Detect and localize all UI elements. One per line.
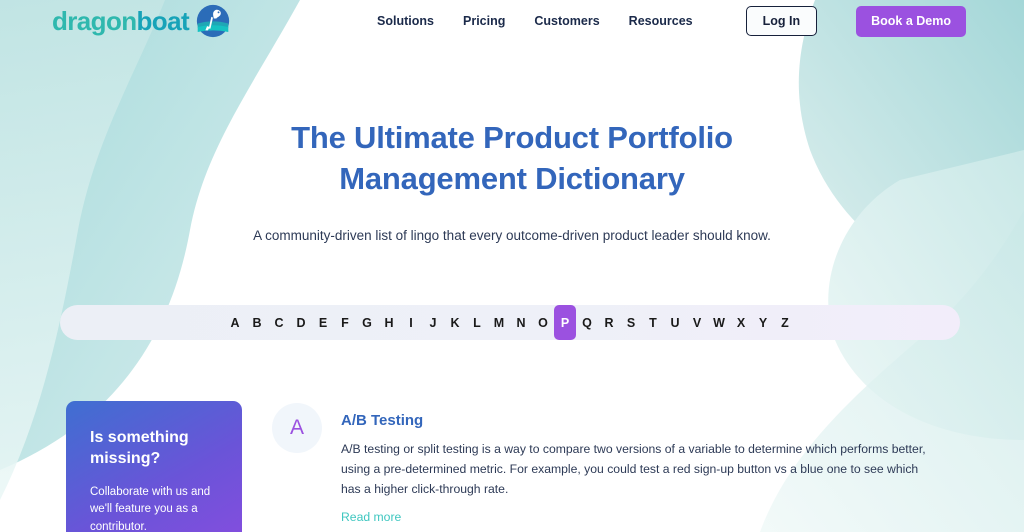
- page-subtitle: A community-driven list of lingo that ev…: [253, 227, 771, 243]
- book-demo-button[interactable]: Book a Demo: [856, 5, 966, 37]
- page-title-line2: Management Dictionary: [339, 160, 685, 196]
- alphabet-letter-n[interactable]: N: [510, 305, 532, 340]
- login-button[interactable]: Log In: [745, 6, 818, 36]
- main-navigation: Solutions Pricing Customers Resources Lo…: [377, 5, 966, 37]
- alphabet-letter-h[interactable]: H: [378, 305, 400, 340]
- alphabet-letter-x[interactable]: X: [730, 305, 752, 340]
- alphabet-letter-v[interactable]: V: [686, 305, 708, 340]
- dragonboat-circle-logo-icon: [196, 4, 230, 38]
- logo-wordmark: dragonboat: [52, 6, 190, 36]
- entry-letter-avatar: A: [272, 403, 322, 454]
- promo-title: Is something missing?: [90, 429, 189, 467]
- alphabet-letter-t[interactable]: T: [642, 305, 664, 340]
- alphabet-letter-f[interactable]: F: [334, 305, 356, 340]
- logo-word-part2: boat: [136, 6, 190, 36]
- alphabet-filter-bar: ABCDEFGHIJKLMNOPQRSTUVWXYZ: [60, 305, 960, 341]
- entry-description: A/B testing or split testing is a way to…: [341, 442, 926, 496]
- alphabet-letter-j[interactable]: J: [422, 305, 444, 340]
- entry-body: A/B Testing A/B testing or split testing…: [341, 403, 931, 532]
- alphabet-letter-m[interactable]: M: [488, 305, 510, 340]
- promo-text: Collaborate with us and we'll feature yo…: [90, 485, 211, 532]
- alphabet-letter-a[interactable]: A: [224, 305, 246, 340]
- logo-word-part1: dragon: [52, 6, 137, 36]
- alphabet-letter-g[interactable]: G: [356, 305, 378, 340]
- alphabet-letter-c[interactable]: C: [268, 305, 290, 340]
- nav-item-solutions[interactable]: Solutions: [377, 14, 434, 28]
- nav-item-customers[interactable]: Customers: [534, 14, 599, 28]
- page-title-line1: The Ultimate Product Portfolio: [291, 120, 733, 155]
- alphabet-letter-d[interactable]: D: [290, 305, 312, 340]
- alphabet-letter-s[interactable]: S: [620, 305, 642, 340]
- site-header: dragonboat Solutions Pricing Customers R…: [0, 0, 1024, 42]
- alphabet-letter-q[interactable]: Q: [576, 305, 598, 340]
- alphabet-letter-b[interactable]: B: [246, 305, 268, 340]
- alphabet-letter-y[interactable]: Y: [752, 305, 774, 340]
- dictionary-entry: A A/B Testing A/B testing or split testi…: [272, 401, 931, 532]
- site-logo[interactable]: dragonboat: [52, 1, 230, 41]
- contributor-promo-card[interactable]: Is something missing? Collaborate with u…: [66, 401, 242, 532]
- read-more-link[interactable]: Read more: [341, 510, 401, 524]
- page-title: The Ultimate Product Portfolio Managemen…: [0, 118, 1024, 200]
- alphabet-letter-i[interactable]: I: [400, 305, 422, 340]
- nav-item-pricing[interactable]: Pricing: [463, 14, 505, 28]
- alphabet-letter-u[interactable]: U: [664, 305, 686, 340]
- alphabet-letter-o[interactable]: O: [532, 305, 554, 340]
- content-area: Is something missing? Collaborate with u…: [0, 401, 1024, 532]
- entry-title[interactable]: A/B Testing: [341, 412, 931, 429]
- alphabet-letter-l[interactable]: L: [466, 305, 488, 340]
- alphabet-letter-k[interactable]: K: [444, 305, 466, 340]
- alphabet-letter-e[interactable]: E: [312, 305, 334, 340]
- alphabet-letter-p[interactable]: P: [554, 305, 576, 341]
- alphabet-letter-z[interactable]: Z: [774, 305, 796, 340]
- alphabet-letter-w[interactable]: W: [708, 305, 730, 340]
- hero-section: The Ultimate Product Portfolio Managemen…: [0, 42, 1024, 246]
- alphabet-letter-r[interactable]: R: [598, 305, 620, 340]
- nav-item-resources[interactable]: Resources: [629, 14, 693, 28]
